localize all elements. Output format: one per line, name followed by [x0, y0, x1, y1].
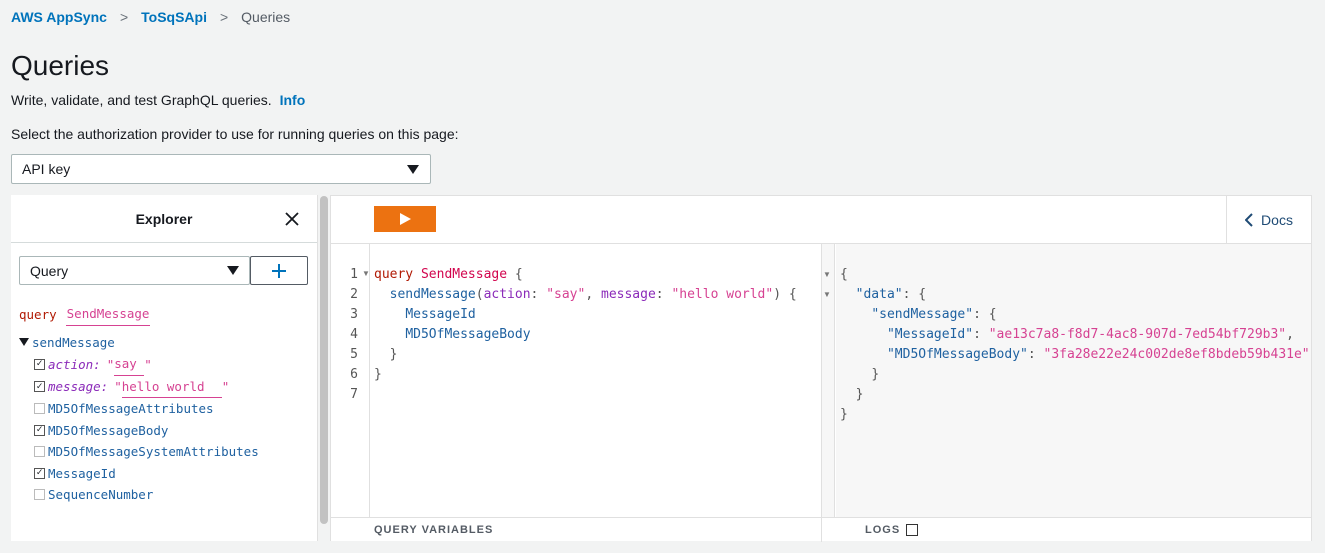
explorer-tree: query SendMessage sendMessage ✓ action: …: [19, 303, 259, 506]
fold-arrow-icon[interactable]: ▼: [823, 265, 831, 285]
quote-open: ": [106, 356, 115, 372]
close-icon[interactable]: [282, 209, 302, 229]
info-link[interactable]: Info: [280, 92, 306, 108]
editor-bottom-bar: QUERY VARIABLES LOGS: [331, 517, 1311, 542]
operation-keyword: query: [19, 306, 57, 322]
tree-field-md5attrs[interactable]: MD5OfMessageAttributes: [19, 398, 259, 420]
field-name: MD5OfMessageBody: [48, 422, 169, 438]
explorer-scrollbar-thumb[interactable]: [320, 196, 328, 524]
query-editor-panel: Docs 1 2 3 4 5 6 7 ▼ query SendMessage {…: [330, 195, 1312, 542]
logs-label: LOGS: [865, 524, 901, 536]
explorer-title: Explorer: [135, 211, 193, 227]
code-line-3: MessageId: [405, 307, 476, 322]
fold-arrow-icon[interactable]: ▼: [362, 269, 370, 278]
tree-field-md5body[interactable]: ✓ MD5OfMessageBody: [19, 420, 259, 442]
line-number: 7: [350, 387, 358, 402]
tree-field-seqnum[interactable]: SequenceNumber: [19, 484, 259, 506]
code-line-1: query SendMessage {: [374, 267, 523, 282]
explorer-panel: Explorer Query query SendMessage sendMes…: [11, 195, 318, 541]
quote-close: ": [144, 356, 152, 372]
checkbox-unchecked-icon[interactable]: [34, 403, 45, 415]
query-code-editor[interactable]: query SendMessage { sendMessage(action: …: [374, 265, 797, 405]
line-numbers: 1 2 3 4 5 6 7: [341, 265, 358, 405]
auth-provider-select[interactable]: API key: [11, 154, 431, 184]
docs-label: Docs: [1261, 211, 1293, 228]
triangle-down-icon: [19, 338, 29, 347]
field-name: SequenceNumber: [48, 487, 154, 502]
breadcrumb-api-link[interactable]: ToSqSApi: [141, 9, 207, 25]
quote-open: ": [114, 379, 122, 394]
root-field-name: sendMessage: [32, 334, 115, 350]
field-name: MD5OfMessageSystemAttributes: [48, 444, 259, 459]
query-variables-toggle[interactable]: QUERY VARIABLES: [374, 524, 493, 536]
breadcrumb-appsync-link[interactable]: AWS AppSync: [11, 9, 107, 25]
checkbox-checked-icon[interactable]: ✓: [34, 358, 45, 370]
chevron-right-icon: >: [119, 9, 129, 25]
result-fold-gutter: ▼ ▼: [823, 265, 831, 305]
quote-close: ": [221, 379, 230, 394]
operation-type-select[interactable]: Query: [19, 256, 250, 285]
tree-arg-action[interactable]: ✓ action: " say ": [19, 353, 259, 376]
line-number: 2: [350, 287, 358, 302]
code-line-2: sendMessage(action: "say", message: "hel…: [389, 287, 797, 302]
checkbox-checked-icon[interactable]: ✓: [34, 381, 45, 393]
line-number: 4: [350, 327, 358, 342]
explorer-header: Explorer: [11, 195, 317, 243]
play-icon: [400, 213, 411, 225]
field-name: MessageId: [48, 465, 116, 481]
bottom-bar-divider: [821, 518, 822, 542]
arg-action-value-input[interactable]: say: [114, 353, 145, 376]
chevron-left-icon: [1245, 212, 1253, 227]
caret-down-icon: [407, 165, 419, 174]
editor-toolbar: Docs: [331, 196, 1311, 244]
docs-button[interactable]: Docs: [1226, 196, 1311, 243]
checkbox-unchecked-icon[interactable]: [34, 489, 45, 501]
code-line-4: MD5OfMessageBody: [405, 327, 531, 342]
tree-field-messageid[interactable]: ✓ MessageId: [19, 463, 259, 485]
arg-name: message:: [48, 379, 109, 394]
page-description: Write, validate, and test GraphQL querie…: [11, 92, 305, 108]
page-description-text: Write, validate, and test GraphQL querie…: [11, 92, 272, 108]
chevron-right-icon: >: [219, 9, 229, 25]
caret-down-icon: [227, 266, 239, 275]
checkbox-checked-icon[interactable]: ✓: [34, 467, 45, 479]
line-number: 6: [350, 367, 358, 382]
tree-field-md5sysattrs[interactable]: MD5OfMessageSystemAttributes: [19, 441, 259, 463]
tree-arg-message[interactable]: ✓ message: " hello world ": [19, 376, 259, 398]
line-number: 1: [350, 267, 358, 282]
fold-arrow-icon[interactable]: ▼: [823, 285, 831, 305]
line-number: 3: [350, 307, 358, 322]
logs-toggle[interactable]: LOGS: [865, 524, 919, 536]
operation-type-value: Query: [30, 263, 69, 279]
checkbox-unchecked-icon[interactable]: [34, 446, 45, 458]
logs-checkbox[interactable]: [906, 524, 919, 536]
line-number: 5: [350, 347, 358, 362]
auth-provider-label: Select the authorization provider to use…: [11, 126, 459, 142]
tree-root-field[interactable]: sendMessage: [19, 332, 259, 354]
plus-icon: [272, 263, 286, 278]
operation-row: query SendMessage: [19, 303, 259, 326]
breadcrumb: AWS AppSync > ToSqSApi > Queries: [11, 9, 290, 25]
page-title: Queries: [11, 50, 110, 81]
checkbox-checked-icon[interactable]: ✓: [34, 424, 45, 436]
code-line-5: }: [389, 347, 398, 362]
code-line-6: }: [374, 367, 382, 382]
operation-name-input[interactable]: SendMessage: [65, 303, 151, 326]
field-name: MD5OfMessageAttributes: [48, 401, 214, 416]
arg-message-value-input[interactable]: hello world: [121, 376, 222, 398]
run-query-button[interactable]: [374, 206, 436, 232]
auth-provider-value: API key: [22, 161, 71, 177]
query-result-output: { "data": { "sendMessage": { "MessageId"…: [840, 267, 1310, 422]
arg-name: action:: [48, 356, 101, 372]
add-operation-button[interactable]: [250, 256, 308, 285]
breadcrumb-current: Queries: [241, 9, 291, 25]
